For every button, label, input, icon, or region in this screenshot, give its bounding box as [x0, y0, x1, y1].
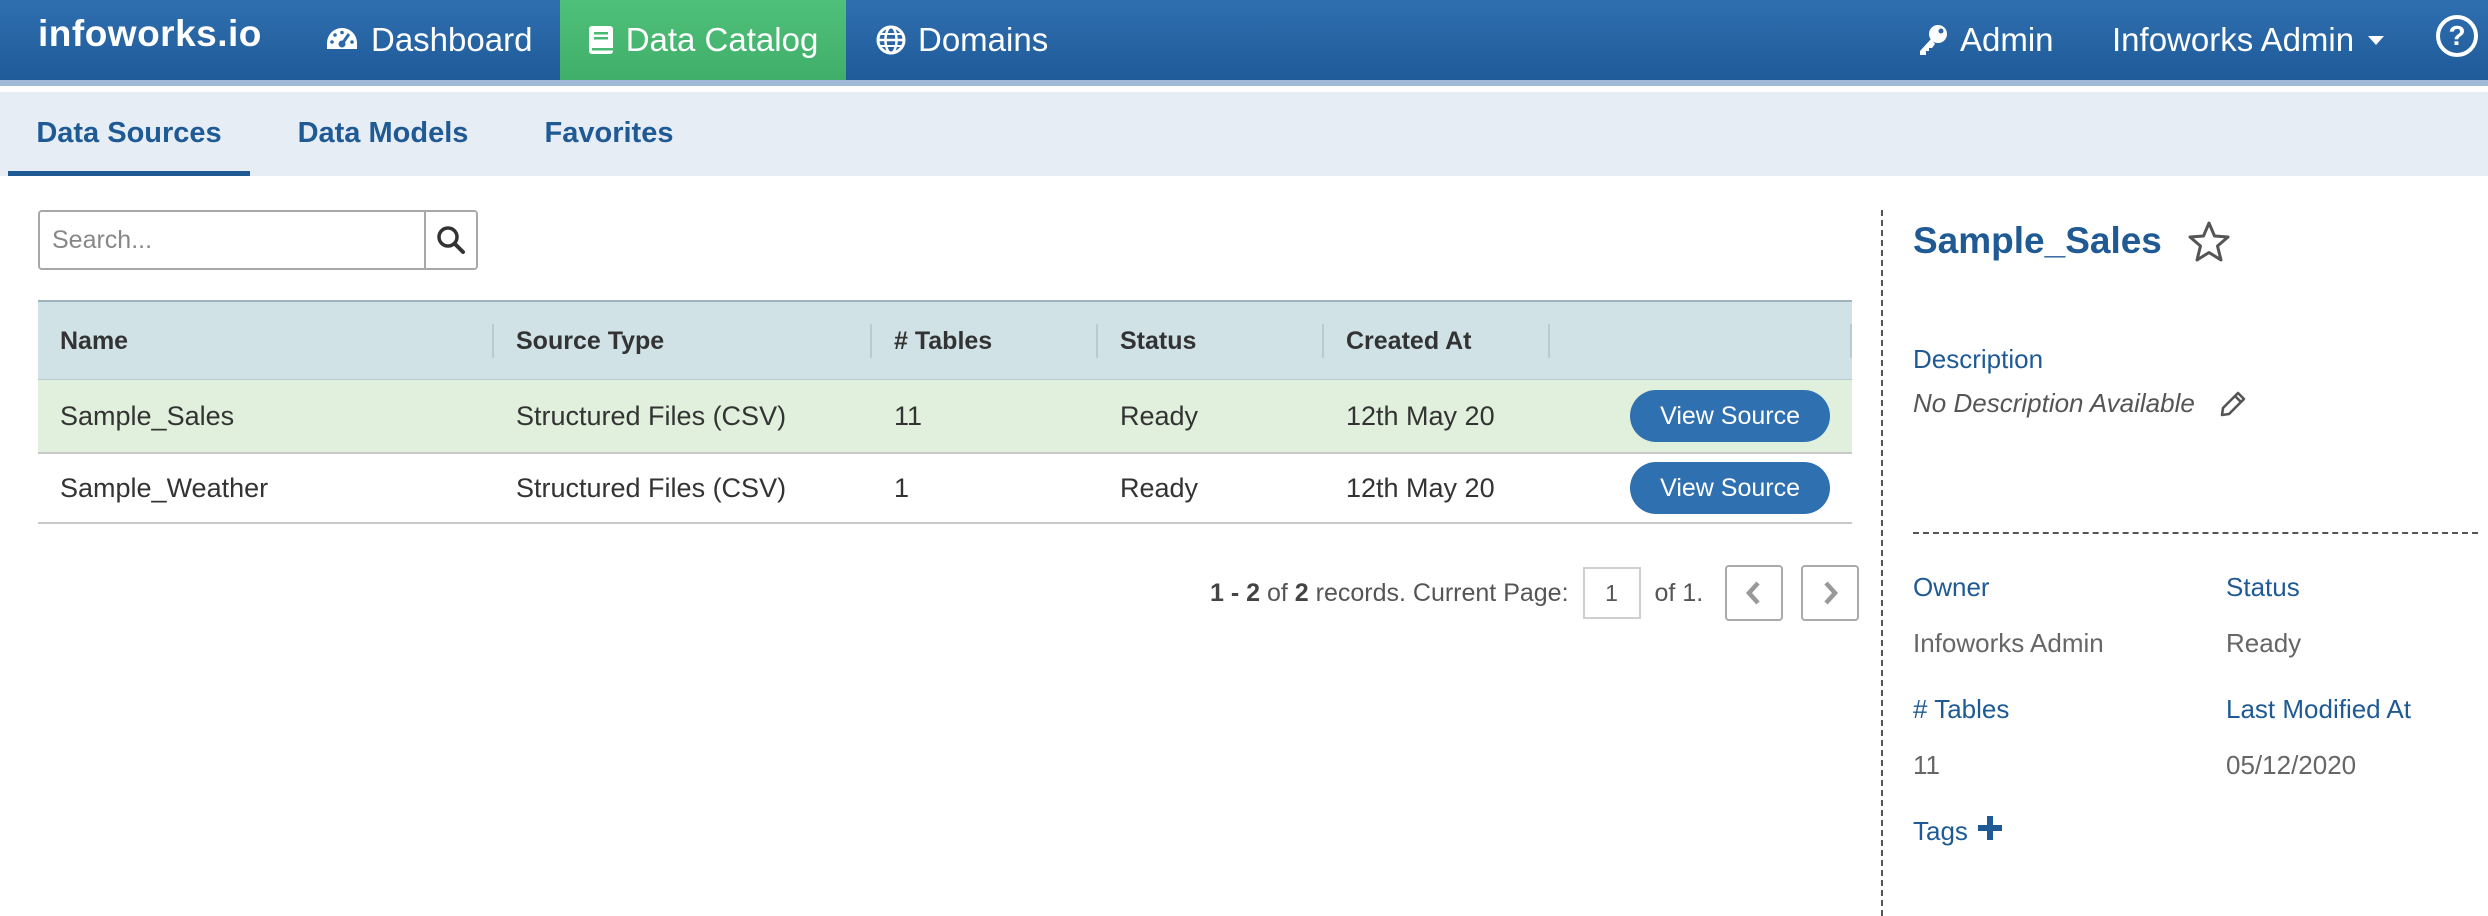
nav-dashboard-label: Dashboard — [371, 21, 533, 58]
status-label: Status — [2226, 572, 2300, 602]
plus-icon — [1978, 816, 2002, 840]
panel-divider — [1881, 210, 1883, 916]
table-header: Name Source Type # Tables Status Created… — [38, 302, 1852, 380]
tables-label: # Tables — [1913, 694, 2010, 724]
tags-label: Tags — [1913, 816, 1968, 846]
status-value: Ready — [2226, 628, 2302, 658]
records-suffix: records. Current Page: — [1308, 578, 1569, 607]
nav-domains[interactable]: Domains — [876, 0, 1048, 80]
edit-description-button[interactable] — [2219, 390, 2247, 423]
cell-action: View Source — [1550, 390, 1852, 442]
add-tag-button[interactable] — [1977, 815, 2003, 846]
detail-divider — [1913, 532, 2478, 534]
owner-label: Owner — [1913, 572, 1990, 602]
current-page-input[interactable] — [1582, 567, 1641, 619]
nav-data-catalog-label: Data Catalog — [625, 21, 819, 58]
tab-data-models[interactable]: Data Models — [278, 92, 488, 176]
question-circle-icon: ? — [2448, 20, 2466, 51]
sub-navbar: Data Sources Data Models Favorites — [0, 92, 2488, 176]
caret-down-icon — [2368, 35, 2385, 45]
table-row[interactable]: Sample_Sales Structured Files (CSV) 11 R… — [38, 380, 1852, 454]
user-menu-dropdown[interactable]: Infoworks Admin — [2112, 0, 2385, 80]
cell-tables: 11 — [894, 400, 923, 431]
next-page-button[interactable] — [1801, 565, 1860, 621]
description-value: No Description Available — [1913, 388, 2195, 418]
view-source-button[interactable]: View Source — [1630, 462, 1830, 514]
star-outline-icon — [2188, 221, 2230, 262]
tab-favorites[interactable]: Favorites — [524, 92, 694, 176]
globe-icon — [876, 25, 906, 55]
records-range: 1 - 2 — [1210, 578, 1261, 607]
nav-admin-label: Admin — [1960, 21, 2054, 58]
top-navbar: infoworks.io Dashboard Data Catalog Doma… — [0, 0, 2488, 86]
view-source-button[interactable]: View Source — [1630, 390, 1830, 442]
speedometer-icon — [325, 25, 359, 55]
column-header-actions — [1550, 323, 1852, 358]
cell-status: Ready — [1120, 472, 1199, 503]
records-total: 2 — [1294, 578, 1309, 607]
column-header-created-at[interactable]: Created At — [1324, 323, 1550, 358]
nav-dashboard[interactable]: Dashboard — [325, 0, 532, 80]
search-button[interactable] — [424, 212, 476, 268]
cell-source-type: Structured Files (CSV) — [516, 400, 787, 431]
cell-status: Ready — [1120, 400, 1199, 431]
cell-created-at: 12th May 20 — [1346, 472, 1495, 503]
book-icon — [588, 25, 614, 55]
previous-page-button[interactable] — [1725, 565, 1784, 621]
records-of-text: of — [1260, 578, 1295, 607]
key-icon — [1918, 24, 1948, 56]
pagination: 1 - 2 of 2 records. Current Page: of 1. — [1210, 565, 1860, 621]
search-icon — [437, 226, 465, 254]
column-header-name[interactable]: Name — [38, 323, 494, 358]
cell-created-at: 12th May 20 — [1346, 400, 1495, 431]
user-menu-label: Infoworks Admin — [2112, 21, 2355, 58]
owner-value: Infoworks Admin — [1913, 628, 2104, 658]
data-sources-table: Name Source Type # Tables Status Created… — [38, 300, 1852, 524]
nav-domains-label: Domains — [918, 21, 1049, 58]
cell-name: Sample_Weather — [60, 472, 269, 503]
search-bar — [38, 210, 478, 270]
last-modified-value: 05/12/2020 — [2226, 750, 2357, 780]
pencil-icon — [2220, 391, 2246, 417]
detail-title: Sample_Sales — [1913, 220, 2162, 261]
chevron-left-icon — [1746, 581, 1760, 605]
column-header-status[interactable]: Status — [1098, 323, 1324, 358]
cell-source-type: Structured Files (CSV) — [516, 472, 787, 503]
nav-data-catalog[interactable]: Data Catalog — [560, 0, 846, 80]
cell-action: View Source — [1550, 462, 1852, 514]
chevron-right-icon — [1824, 581, 1839, 605]
nav-admin[interactable]: Admin — [1918, 0, 2054, 80]
tables-value: 11 — [1913, 750, 1940, 780]
search-input[interactable] — [40, 212, 424, 268]
tab-data-sources[interactable]: Data Sources — [8, 92, 250, 176]
column-header-source-type[interactable]: Source Type — [494, 323, 872, 358]
column-header-tables[interactable]: # Tables — [872, 323, 1098, 358]
last-modified-label: Last Modified At — [2226, 694, 2411, 724]
cell-name: Sample_Sales — [60, 400, 235, 431]
page-total-text: of 1. — [1654, 578, 1704, 607]
favorite-star-button[interactable] — [2187, 220, 2231, 269]
brand-logo[interactable]: infoworks.io — [38, 8, 262, 60]
description-label: Description — [1913, 344, 2044, 374]
table-row[interactable]: Sample_Weather Structured Files (CSV) 1 … — [38, 454, 1852, 524]
help-button[interactable]: ? — [2436, 15, 2478, 57]
cell-tables: 1 — [894, 472, 910, 503]
